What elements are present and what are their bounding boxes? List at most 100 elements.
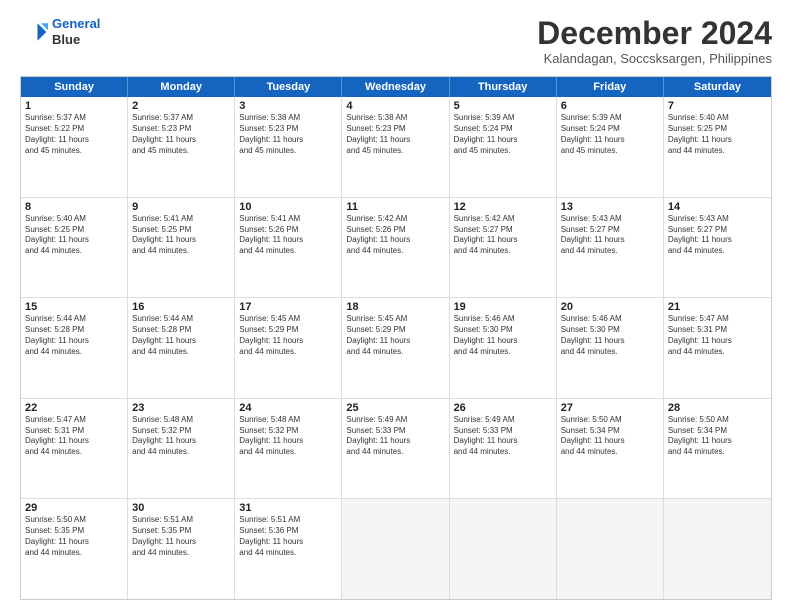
day-number: 24	[239, 402, 337, 414]
header-day-sunday: Sunday	[21, 77, 128, 97]
day-number: 22	[25, 402, 123, 414]
cell-info: Sunrise: 5:40 AM Sunset: 5:25 PM Dayligh…	[668, 113, 767, 156]
cell-info: Sunrise: 5:37 AM Sunset: 5:23 PM Dayligh…	[132, 113, 230, 156]
page: General Blue December 2024 Kalandagan, S…	[0, 0, 792, 612]
cell-info: Sunrise: 5:51 AM Sunset: 5:35 PM Dayligh…	[132, 515, 230, 558]
day-number: 30	[132, 502, 230, 514]
logo-line1: General	[52, 16, 100, 31]
day-number: 11	[346, 201, 444, 213]
cell-info: Sunrise: 5:49 AM Sunset: 5:33 PM Dayligh…	[454, 415, 552, 458]
cell-info: Sunrise: 5:41 AM Sunset: 5:25 PM Dayligh…	[132, 214, 230, 257]
day-number: 4	[346, 100, 444, 112]
day-number: 31	[239, 502, 337, 514]
day-cell-22: 22Sunrise: 5:47 AM Sunset: 5:31 PM Dayli…	[21, 399, 128, 499]
calendar: SundayMondayTuesdayWednesdayThursdayFrid…	[20, 76, 772, 600]
empty-cell	[450, 499, 557, 599]
day-cell-10: 10Sunrise: 5:41 AM Sunset: 5:26 PM Dayli…	[235, 198, 342, 298]
cell-info: Sunrise: 5:51 AM Sunset: 5:36 PM Dayligh…	[239, 515, 337, 558]
cell-info: Sunrise: 5:42 AM Sunset: 5:26 PM Dayligh…	[346, 214, 444, 257]
cell-info: Sunrise: 5:38 AM Sunset: 5:23 PM Dayligh…	[239, 113, 337, 156]
logo-icon	[20, 18, 48, 46]
day-cell-15: 15Sunrise: 5:44 AM Sunset: 5:28 PM Dayli…	[21, 298, 128, 398]
day-cell-4: 4Sunrise: 5:38 AM Sunset: 5:23 PM Daylig…	[342, 97, 449, 197]
day-cell-9: 9Sunrise: 5:41 AM Sunset: 5:25 PM Daylig…	[128, 198, 235, 298]
cell-info: Sunrise: 5:47 AM Sunset: 5:31 PM Dayligh…	[668, 314, 767, 357]
day-cell-21: 21Sunrise: 5:47 AM Sunset: 5:31 PM Dayli…	[664, 298, 771, 398]
day-cell-28: 28Sunrise: 5:50 AM Sunset: 5:34 PM Dayli…	[664, 399, 771, 499]
cell-info: Sunrise: 5:38 AM Sunset: 5:23 PM Dayligh…	[346, 113, 444, 156]
day-number: 14	[668, 201, 767, 213]
month-title: December 2024	[537, 16, 772, 51]
day-number: 27	[561, 402, 659, 414]
day-number: 28	[668, 402, 767, 414]
cell-info: Sunrise: 5:49 AM Sunset: 5:33 PM Dayligh…	[346, 415, 444, 458]
day-number: 12	[454, 201, 552, 213]
day-number: 20	[561, 301, 659, 313]
day-cell-5: 5Sunrise: 5:39 AM Sunset: 5:24 PM Daylig…	[450, 97, 557, 197]
calendar-row-5: 29Sunrise: 5:50 AM Sunset: 5:35 PM Dayli…	[21, 499, 771, 599]
day-number: 2	[132, 100, 230, 112]
day-cell-6: 6Sunrise: 5:39 AM Sunset: 5:24 PM Daylig…	[557, 97, 664, 197]
day-cell-14: 14Sunrise: 5:43 AM Sunset: 5:27 PM Dayli…	[664, 198, 771, 298]
day-number: 7	[668, 100, 767, 112]
day-cell-18: 18Sunrise: 5:45 AM Sunset: 5:29 PM Dayli…	[342, 298, 449, 398]
cell-info: Sunrise: 5:45 AM Sunset: 5:29 PM Dayligh…	[239, 314, 337, 357]
day-number: 16	[132, 301, 230, 313]
subtitle: Kalandagan, Soccsksargen, Philippines	[537, 51, 772, 66]
day-cell-12: 12Sunrise: 5:42 AM Sunset: 5:27 PM Dayli…	[450, 198, 557, 298]
cell-info: Sunrise: 5:39 AM Sunset: 5:24 PM Dayligh…	[454, 113, 552, 156]
calendar-row-4: 22Sunrise: 5:47 AM Sunset: 5:31 PM Dayli…	[21, 399, 771, 500]
header-day-thursday: Thursday	[450, 77, 557, 97]
cell-info: Sunrise: 5:46 AM Sunset: 5:30 PM Dayligh…	[561, 314, 659, 357]
calendar-row-2: 8Sunrise: 5:40 AM Sunset: 5:25 PM Daylig…	[21, 198, 771, 299]
day-number: 29	[25, 502, 123, 514]
day-cell-31: 31Sunrise: 5:51 AM Sunset: 5:36 PM Dayli…	[235, 499, 342, 599]
cell-info: Sunrise: 5:45 AM Sunset: 5:29 PM Dayligh…	[346, 314, 444, 357]
cell-info: Sunrise: 5:39 AM Sunset: 5:24 PM Dayligh…	[561, 113, 659, 156]
day-cell-8: 8Sunrise: 5:40 AM Sunset: 5:25 PM Daylig…	[21, 198, 128, 298]
day-cell-23: 23Sunrise: 5:48 AM Sunset: 5:32 PM Dayli…	[128, 399, 235, 499]
day-cell-3: 3Sunrise: 5:38 AM Sunset: 5:23 PM Daylig…	[235, 97, 342, 197]
cell-info: Sunrise: 5:37 AM Sunset: 5:22 PM Dayligh…	[25, 113, 123, 156]
calendar-header: SundayMondayTuesdayWednesdayThursdayFrid…	[21, 77, 771, 97]
calendar-row-3: 15Sunrise: 5:44 AM Sunset: 5:28 PM Dayli…	[21, 298, 771, 399]
day-number: 9	[132, 201, 230, 213]
cell-info: Sunrise: 5:50 AM Sunset: 5:35 PM Dayligh…	[25, 515, 123, 558]
day-number: 26	[454, 402, 552, 414]
header-day-wednesday: Wednesday	[342, 77, 449, 97]
day-number: 10	[239, 201, 337, 213]
day-cell-29: 29Sunrise: 5:50 AM Sunset: 5:35 PM Dayli…	[21, 499, 128, 599]
day-number: 3	[239, 100, 337, 112]
calendar-body: 1Sunrise: 5:37 AM Sunset: 5:22 PM Daylig…	[21, 97, 771, 599]
day-cell-16: 16Sunrise: 5:44 AM Sunset: 5:28 PM Dayli…	[128, 298, 235, 398]
cell-info: Sunrise: 5:43 AM Sunset: 5:27 PM Dayligh…	[668, 214, 767, 257]
header: General Blue December 2024 Kalandagan, S…	[20, 16, 772, 66]
day-number: 25	[346, 402, 444, 414]
day-number: 6	[561, 100, 659, 112]
empty-cell	[342, 499, 449, 599]
day-number: 19	[454, 301, 552, 313]
day-cell-2: 2Sunrise: 5:37 AM Sunset: 5:23 PM Daylig…	[128, 97, 235, 197]
day-number: 23	[132, 402, 230, 414]
header-day-saturday: Saturday	[664, 77, 771, 97]
header-day-tuesday: Tuesday	[235, 77, 342, 97]
logo-text: General Blue	[52, 16, 100, 47]
cell-info: Sunrise: 5:40 AM Sunset: 5:25 PM Dayligh…	[25, 214, 123, 257]
day-number: 8	[25, 201, 123, 213]
day-cell-17: 17Sunrise: 5:45 AM Sunset: 5:29 PM Dayli…	[235, 298, 342, 398]
day-number: 17	[239, 301, 337, 313]
empty-cell	[557, 499, 664, 599]
cell-info: Sunrise: 5:50 AM Sunset: 5:34 PM Dayligh…	[561, 415, 659, 458]
day-number: 21	[668, 301, 767, 313]
day-number: 1	[25, 100, 123, 112]
cell-info: Sunrise: 5:42 AM Sunset: 5:27 PM Dayligh…	[454, 214, 552, 257]
cell-info: Sunrise: 5:44 AM Sunset: 5:28 PM Dayligh…	[25, 314, 123, 357]
cell-info: Sunrise: 5:46 AM Sunset: 5:30 PM Dayligh…	[454, 314, 552, 357]
day-number: 13	[561, 201, 659, 213]
day-cell-13: 13Sunrise: 5:43 AM Sunset: 5:27 PM Dayli…	[557, 198, 664, 298]
day-cell-1: 1Sunrise: 5:37 AM Sunset: 5:22 PM Daylig…	[21, 97, 128, 197]
day-cell-20: 20Sunrise: 5:46 AM Sunset: 5:30 PM Dayli…	[557, 298, 664, 398]
day-number: 5	[454, 100, 552, 112]
day-cell-11: 11Sunrise: 5:42 AM Sunset: 5:26 PM Dayli…	[342, 198, 449, 298]
cell-info: Sunrise: 5:47 AM Sunset: 5:31 PM Dayligh…	[25, 415, 123, 458]
